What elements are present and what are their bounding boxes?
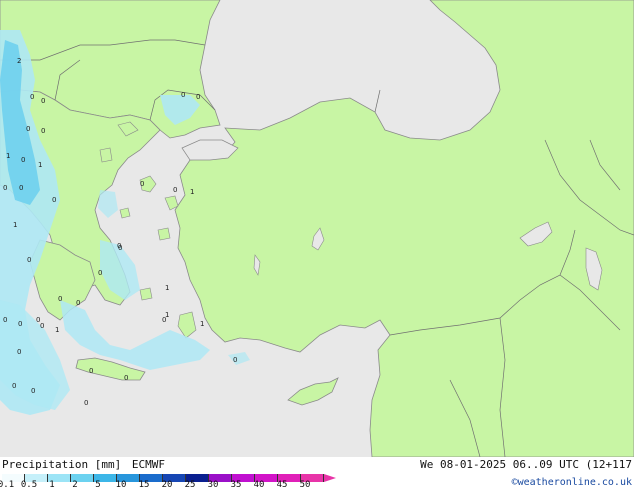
precip-value-label: 0 [31,387,35,395]
precip-value-label: 0 [41,127,45,135]
legend-tick-label: 40 [253,480,265,490]
precip-value-label: 1 [165,284,169,292]
precip-value-label: 0 [26,125,30,133]
precip-value-label: 0 [30,93,34,101]
precip-value-label: 0 [19,184,23,192]
precipitation-map: 200001010001000000010010010010000001000 [0,0,634,457]
precip-value-label: 0 [12,382,16,390]
precip-value-label: 1 [55,326,59,334]
precip-value-label: 0 [36,316,40,324]
precip-value-label: 0 [98,269,102,277]
map-canvas: 20 00 01 010 0010000 00 0100 10010010000 00 1000 [0,0,634,457]
legend-tick-label: 2 [72,480,78,490]
precip-value-label: 1 [13,221,17,229]
legend-arrow [324,474,336,482]
precip-value-label: 0 [52,196,56,204]
precip-value-label: 0 [41,97,45,105]
precip-value-label: 1 [165,311,169,319]
precip-value-label: 0 [3,316,7,324]
precip-value-label: 0 [58,295,62,303]
legend-tick-label: 10 [115,480,127,490]
precip-value-label: 1 [6,152,10,160]
precip-value-label: 0 [140,180,144,188]
legend-tick-label: 5 [95,480,101,490]
model-name: ECMWF [131,458,165,471]
precip-value-label: 0 [3,184,7,192]
precip-value-label: 0 [181,91,185,99]
precip-value-label: 0 [40,322,44,330]
precip-value-label: 2 [17,57,21,65]
map-title: Precipitation [mm] ECMWF [2,458,165,471]
legend-tick-label: 15 [138,480,150,490]
precip-value-label: 1 [200,320,204,328]
precip-value-label: 1 [190,188,194,196]
precip-value-label: 0 [21,156,25,164]
forecast-datetime: We 08-01-2025 06..09 UTC (12+117 [420,458,632,471]
precip-value-label: 0 [17,348,21,356]
precip-value-label: 0 [118,244,122,252]
precip-value-label: 0 [18,320,22,328]
legend-tick-label: 50 [299,480,311,490]
legend-tick-label: 25 [184,480,196,490]
legend-tick-label: 35 [230,480,242,490]
precip-value-label: 0 [173,186,177,194]
credit-link[interactable]: ©weatheronline.co.uk [512,477,632,488]
legend-tick-label: 1 [49,480,55,490]
legend-tick-label: 0.1 [0,480,15,490]
title-label: Precipitation [mm] [2,458,122,471]
legend-tick-label: 20 [161,480,173,490]
precip-value-label: 0 [76,299,80,307]
legend-tick-label: 45 [276,480,288,490]
legend-tick-label: 0.5 [20,480,38,490]
precip-value-label: 0 [89,367,93,375]
precip-value-label: 0 [196,93,200,101]
precip-value-label: 0 [233,356,237,364]
legend-tick-label: 30 [207,480,219,490]
precip-value-label: 0 [27,256,31,264]
precip-value-label: 0 [84,399,88,407]
map-footer: Precipitation [mm] ECMWF We 08-01-2025 0… [0,457,634,490]
precip-value-label: 0 [124,374,128,382]
precip-value-label: 1 [38,161,42,169]
